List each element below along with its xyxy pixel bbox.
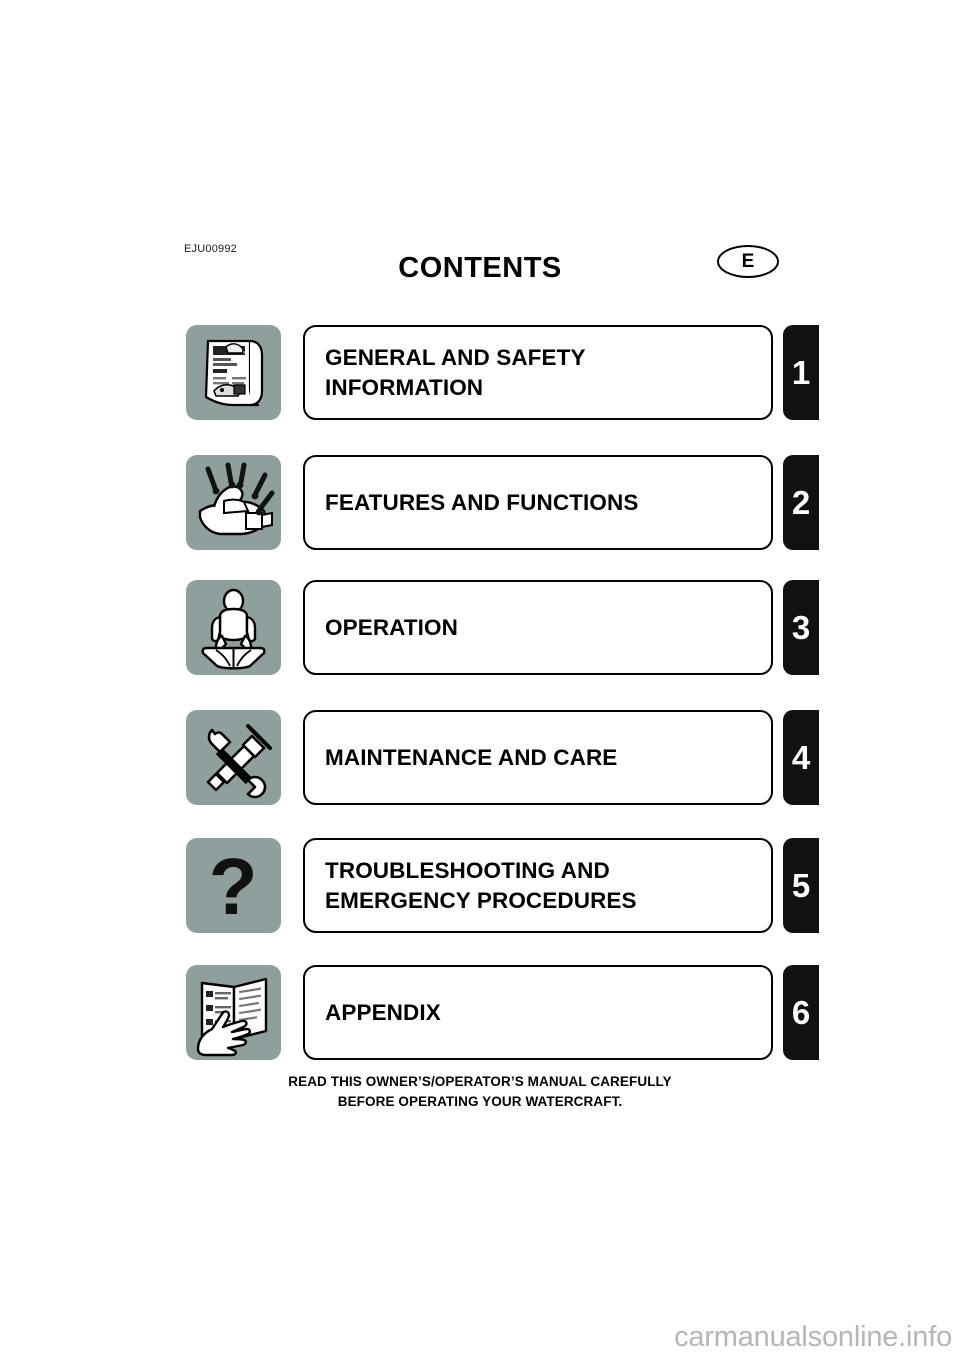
section-title: GENERAL AND SAFETY INFORMATION bbox=[325, 345, 586, 400]
section-number-tab[interactable]: 1 bbox=[783, 325, 819, 420]
section-number-tab[interactable]: 5 bbox=[783, 838, 819, 933]
section-number-tab[interactable]: 4 bbox=[783, 710, 819, 805]
section-title: OPERATION bbox=[325, 614, 458, 640]
wrench-and-grease-gun-icon bbox=[186, 710, 281, 805]
watercraft-features-icon bbox=[186, 455, 281, 550]
rider-on-watercraft-icon bbox=[186, 580, 281, 675]
page-title: CONTENTS bbox=[398, 252, 562, 284]
question-mark-icon: ? bbox=[186, 838, 281, 933]
section-number-tab[interactable]: 3 bbox=[783, 580, 819, 675]
contents-row: MAINTENANCE AND CARE 4 bbox=[0, 710, 960, 805]
section-number-tab[interactable]: 2 bbox=[783, 455, 819, 550]
section-title-box[interactable]: FEATURES AND FUNCTIONS bbox=[303, 455, 773, 550]
contents-row: ? TROUBLESHOOTING AND EMERGENCY PROCEDUR… bbox=[0, 838, 960, 933]
language-badge: E bbox=[717, 245, 779, 278]
section-title: MAINTENANCE AND CARE bbox=[325, 744, 618, 770]
open-book-hand-icon bbox=[186, 965, 281, 1060]
section-title: FEATURES AND FUNCTIONS bbox=[325, 489, 639, 515]
contents-row: OPERATION 3 bbox=[0, 580, 960, 675]
section-title-box[interactable]: APPENDIX bbox=[303, 965, 773, 1060]
manual-contents-page: EJU00992 CONTENTS E GENERAL AND SAFETY I… bbox=[0, 0, 960, 1358]
contents-row: FEATURES AND FUNCTIONS 2 bbox=[0, 455, 960, 550]
section-title-box[interactable]: OPERATION bbox=[303, 580, 773, 675]
contents-row: GENERAL AND SAFETY INFORMATION 1 bbox=[0, 325, 960, 420]
section-title-box[interactable]: MAINTENANCE AND CARE bbox=[303, 710, 773, 805]
section-title: APPENDIX bbox=[325, 999, 441, 1025]
footer-warning-note: READ THIS OWNER’S/OPERATOR’S MANUAL CARE… bbox=[288, 1074, 672, 1109]
manual-page-icon bbox=[186, 325, 281, 420]
section-title-box[interactable]: TROUBLESHOOTING AND EMERGENCY PROCEDURES bbox=[303, 838, 773, 933]
contents-row: APPENDIX 6 bbox=[0, 965, 960, 1060]
section-title-box[interactable]: GENERAL AND SAFETY INFORMATION bbox=[303, 325, 773, 420]
watermark: carmanualsonline.info bbox=[674, 1321, 952, 1353]
svg-text:?: ? bbox=[209, 842, 258, 931]
section-number-tab[interactable]: 6 bbox=[783, 965, 819, 1060]
section-title: TROUBLESHOOTING AND EMERGENCY PROCEDURES bbox=[325, 858, 637, 913]
